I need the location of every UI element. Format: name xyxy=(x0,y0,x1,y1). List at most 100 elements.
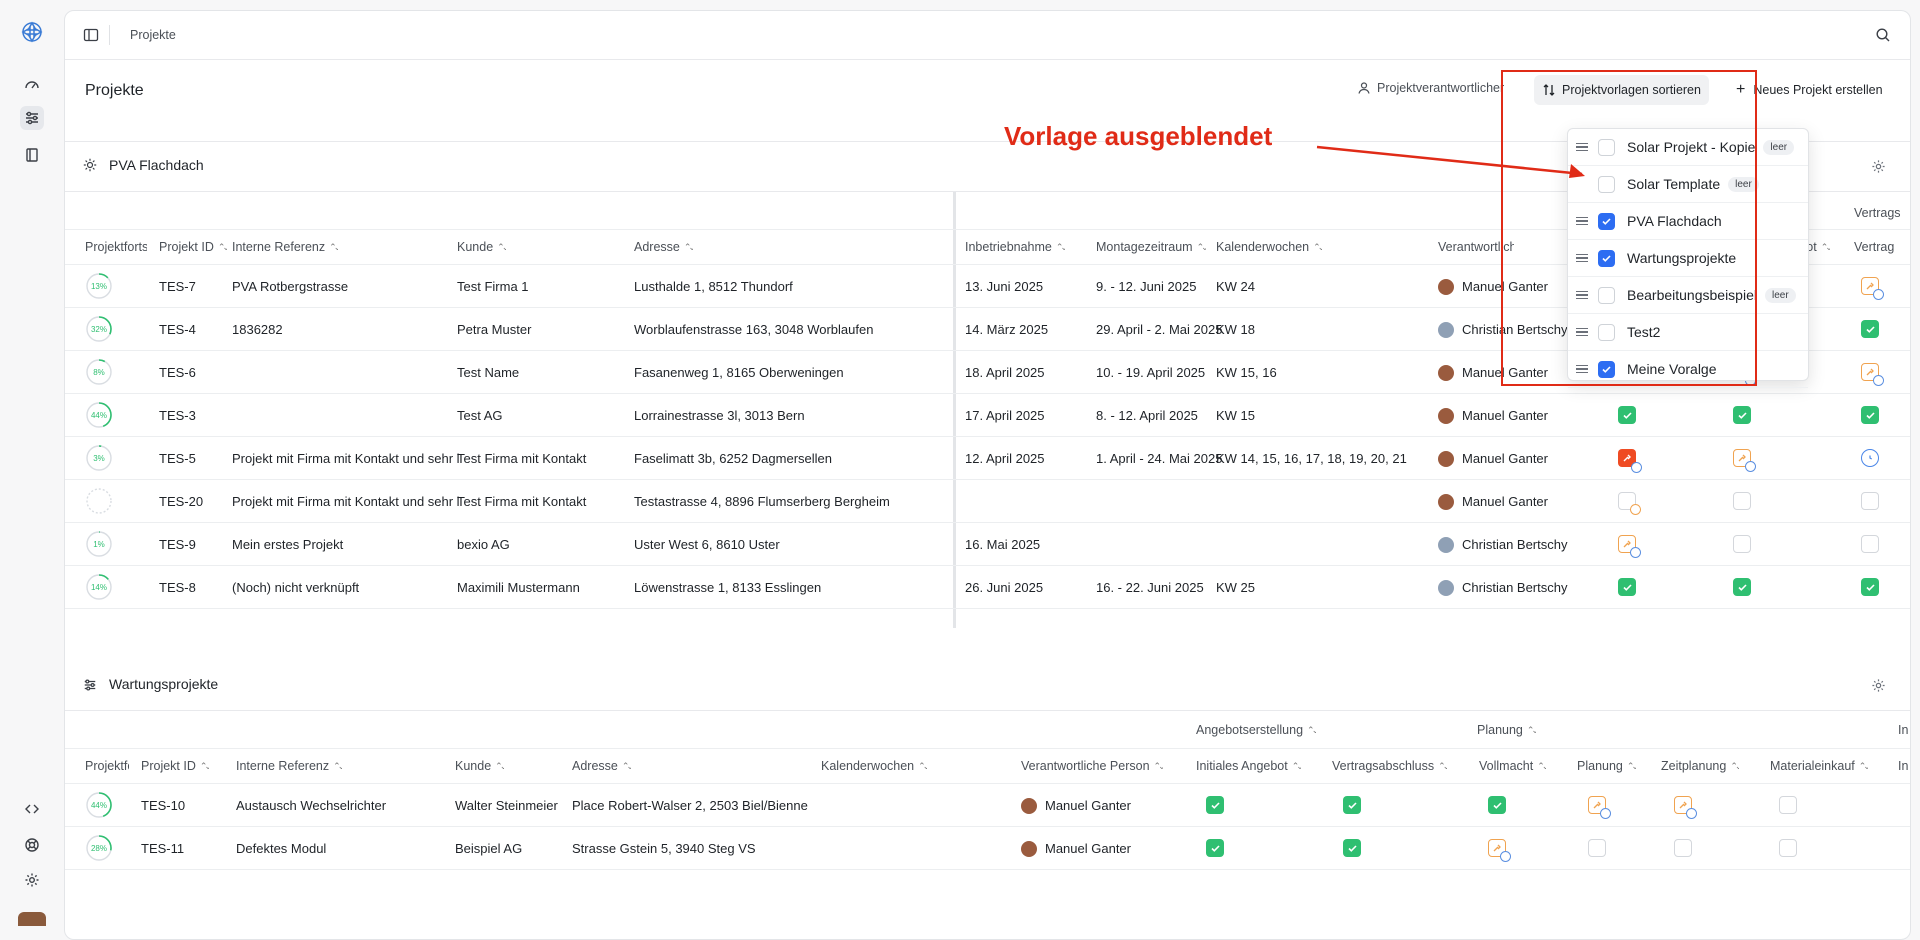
status-checkbox[interactable] xyxy=(1733,492,1751,510)
template-visibility-checkbox[interactable] xyxy=(1598,323,1615,341)
dropdown-item[interactable]: Meine Voralge xyxy=(1568,351,1808,388)
drag-handle-icon[interactable] xyxy=(1576,364,1588,374)
status-checkbox[interactable] xyxy=(1618,492,1641,515)
project-id: TES-11 xyxy=(141,841,185,856)
table-row[interactable]: 44% TES-10 Austausch Wechselrichter Walter … xyxy=(65,784,1910,827)
table-row[interactable]: 3% TES-5 Projekt mit Firma mit Kontakt und… xyxy=(65,437,1910,480)
dropdown-item[interactable]: Bearbeitungsbeispiel leer xyxy=(1568,277,1808,314)
status-checkbox[interactable] xyxy=(1861,363,1884,386)
sort-templates-button[interactable]: Projektvorlagen sortieren xyxy=(1534,75,1709,105)
column-header[interactable]: Vollmacht ⌃⌄ xyxy=(1479,759,1546,773)
column-header[interactable]: Adresse ⌃⌄ xyxy=(572,759,631,773)
status-checkbox[interactable] xyxy=(1861,277,1884,300)
breadcrumb[interactable]: Projekte xyxy=(130,28,176,42)
status-checkbox[interactable] xyxy=(1674,796,1697,819)
template-visibility-checkbox[interactable] xyxy=(1598,249,1615,267)
column-header[interactable]: Adresse ⌃⌄ xyxy=(634,240,693,254)
status-checkbox[interactable] xyxy=(1343,796,1361,814)
section-settings-gear-icon[interactable] xyxy=(1871,678,1886,696)
sliders-icon[interactable] xyxy=(20,106,44,130)
dropdown-item[interactable]: Wartungsprojekte xyxy=(1568,240,1808,277)
sidebar-toggle-icon[interactable] xyxy=(83,27,99,46)
column-header[interactable]: Kunde ⌃⌄ xyxy=(457,240,506,254)
template-visibility-checkbox[interactable] xyxy=(1598,360,1615,378)
column-header[interactable]: In⌃⌄ xyxy=(1898,759,1910,773)
template-visibility-checkbox[interactable] xyxy=(1598,286,1615,304)
sort-chevrons-icon: ⌃⌄ xyxy=(1055,241,1065,252)
status-checkbox[interactable] xyxy=(1733,535,1751,553)
status-checkbox[interactable] xyxy=(1488,839,1511,862)
owner-filter-button[interactable]: Projektverantwortlicher xyxy=(1357,73,1504,103)
status-checkbox[interactable] xyxy=(1779,796,1797,814)
status-checkbox[interactable] xyxy=(1343,839,1361,857)
project-id: TES-7 xyxy=(159,279,196,294)
status-checkbox[interactable] xyxy=(1861,320,1879,338)
status-checkbox[interactable] xyxy=(1588,796,1611,819)
column-header[interactable]: Initiales Angebot⌃⌄ xyxy=(1196,759,1301,773)
column-header[interactable]: Interne Referenz ⌃⌄ xyxy=(236,759,342,773)
column-header[interactable]: Projektfortschritt⌃⌄ xyxy=(85,759,129,773)
column-header[interactable]: Planung ⌃⌄ xyxy=(1577,759,1636,773)
gauge-icon[interactable] xyxy=(20,72,44,96)
column-header[interactable]: Kalenderwochen ⌃⌄ xyxy=(1216,240,1322,254)
column-header[interactable]: Kunde ⌃⌄ xyxy=(455,759,504,773)
status-checkbox[interactable] xyxy=(1861,578,1879,596)
book-icon[interactable] xyxy=(20,143,44,167)
status-checkbox[interactable] xyxy=(1618,449,1642,473)
template-visibility-checkbox[interactable] xyxy=(1598,212,1615,230)
column-header[interactable]: Angebotserstellung ⌃⌄ xyxy=(1196,723,1316,737)
status-checkbox[interactable] xyxy=(1733,406,1751,424)
table-row[interactable]: 1% TES-9 Mein erstes Projekt bexio AG Uster … xyxy=(65,523,1910,566)
column-header[interactable]: Montagezeitraum ⌃⌄ xyxy=(1096,240,1206,254)
status-checkbox[interactable] xyxy=(1206,796,1224,814)
table-row[interactable]: 44% TES-3 Test AG Lorrainestrasse 3l, 3013 … xyxy=(65,394,1910,437)
status-checkbox[interactable] xyxy=(1733,449,1756,472)
column-header[interactable]: Projekt ID ⌃⌄ xyxy=(141,759,209,773)
status-checkbox[interactable] xyxy=(1733,578,1751,596)
avatar[interactable] xyxy=(18,912,46,926)
code-icon[interactable] xyxy=(20,797,44,821)
column-header[interactable]: Materialeinkauf ⌃⌄ xyxy=(1770,759,1868,773)
status-checkbox[interactable] xyxy=(1674,839,1692,857)
column-header[interactable]: Zeitplanung ⌃⌄ xyxy=(1661,759,1739,773)
column-header[interactable]: Planung ⌃⌄ xyxy=(1477,723,1536,737)
status-checkbox[interactable] xyxy=(1861,492,1879,510)
column-header[interactable]: Vertragsabschluss ⌃⌄ xyxy=(1332,759,1447,773)
lifebuoy-icon[interactable] xyxy=(20,833,44,857)
status-checkbox[interactable] xyxy=(1618,535,1641,558)
status-checkbox[interactable] xyxy=(1618,406,1636,424)
status-checkbox[interactable] xyxy=(1861,406,1879,424)
status-checkbox[interactable] xyxy=(1779,839,1797,857)
table-row[interactable]: 14% TES-8 (Noch) nicht verknüpft Maximili M… xyxy=(65,566,1910,609)
new-project-button[interactable]: + Neues Projekt erstellen xyxy=(1736,75,1883,105)
status-checkbox[interactable] xyxy=(1618,578,1636,596)
dropdown-item[interactable]: Test2 xyxy=(1568,314,1808,351)
table-row[interactable]: TES-20 Projekt mit Firma mit Kontakt und … xyxy=(65,480,1910,523)
column-header[interactable]: Vertrags⌃⌄ xyxy=(1854,240,1894,254)
section-settings-gear-icon[interactable] xyxy=(1871,159,1886,177)
dropdown-item[interactable]: PVA Flachdach xyxy=(1568,203,1808,240)
drag-handle-icon[interactable] xyxy=(1576,253,1588,263)
clock-badge-icon xyxy=(1500,851,1511,862)
search-icon[interactable] xyxy=(1875,27,1891,46)
app-logo-icon[interactable] xyxy=(20,20,44,44)
drag-handle-icon[interactable] xyxy=(1576,290,1588,300)
empty-badge: leer xyxy=(1728,176,1759,192)
gear-icon[interactable] xyxy=(20,868,44,892)
status-checkbox[interactable] xyxy=(1206,839,1224,857)
status-checkbox[interactable] xyxy=(1588,839,1606,857)
status-checkbox[interactable] xyxy=(1488,796,1506,814)
status-checkbox[interactable] xyxy=(1861,449,1879,467)
column-header[interactable]: Projekt ID ⌃⌄ xyxy=(159,240,227,254)
drag-handle-icon[interactable] xyxy=(1576,216,1588,226)
status-checkbox[interactable] xyxy=(1861,535,1879,553)
table-row[interactable]: 28% TES-11 Defektes Modul Beispiel AG Strass… xyxy=(65,827,1910,870)
column-header[interactable]: Verantwortliche Person⌃⌄ xyxy=(1438,240,1514,254)
drag-handle-icon[interactable] xyxy=(1576,327,1588,337)
column-header[interactable]: Projektfortschritt⌃⌄ xyxy=(85,240,147,254)
column-header[interactable]: Interne Referenz ⌃⌄ xyxy=(232,240,338,254)
column-header[interactable]: Inbetriebnahme ⌃⌄ xyxy=(965,240,1065,254)
column-header[interactable]: Kalenderwochen ⌃⌄ xyxy=(821,759,927,773)
column-header[interactable]: In⌃⌄ xyxy=(1898,723,1910,737)
column-header[interactable]: Verantwortliche Person⌃⌄ xyxy=(1021,759,1163,773)
